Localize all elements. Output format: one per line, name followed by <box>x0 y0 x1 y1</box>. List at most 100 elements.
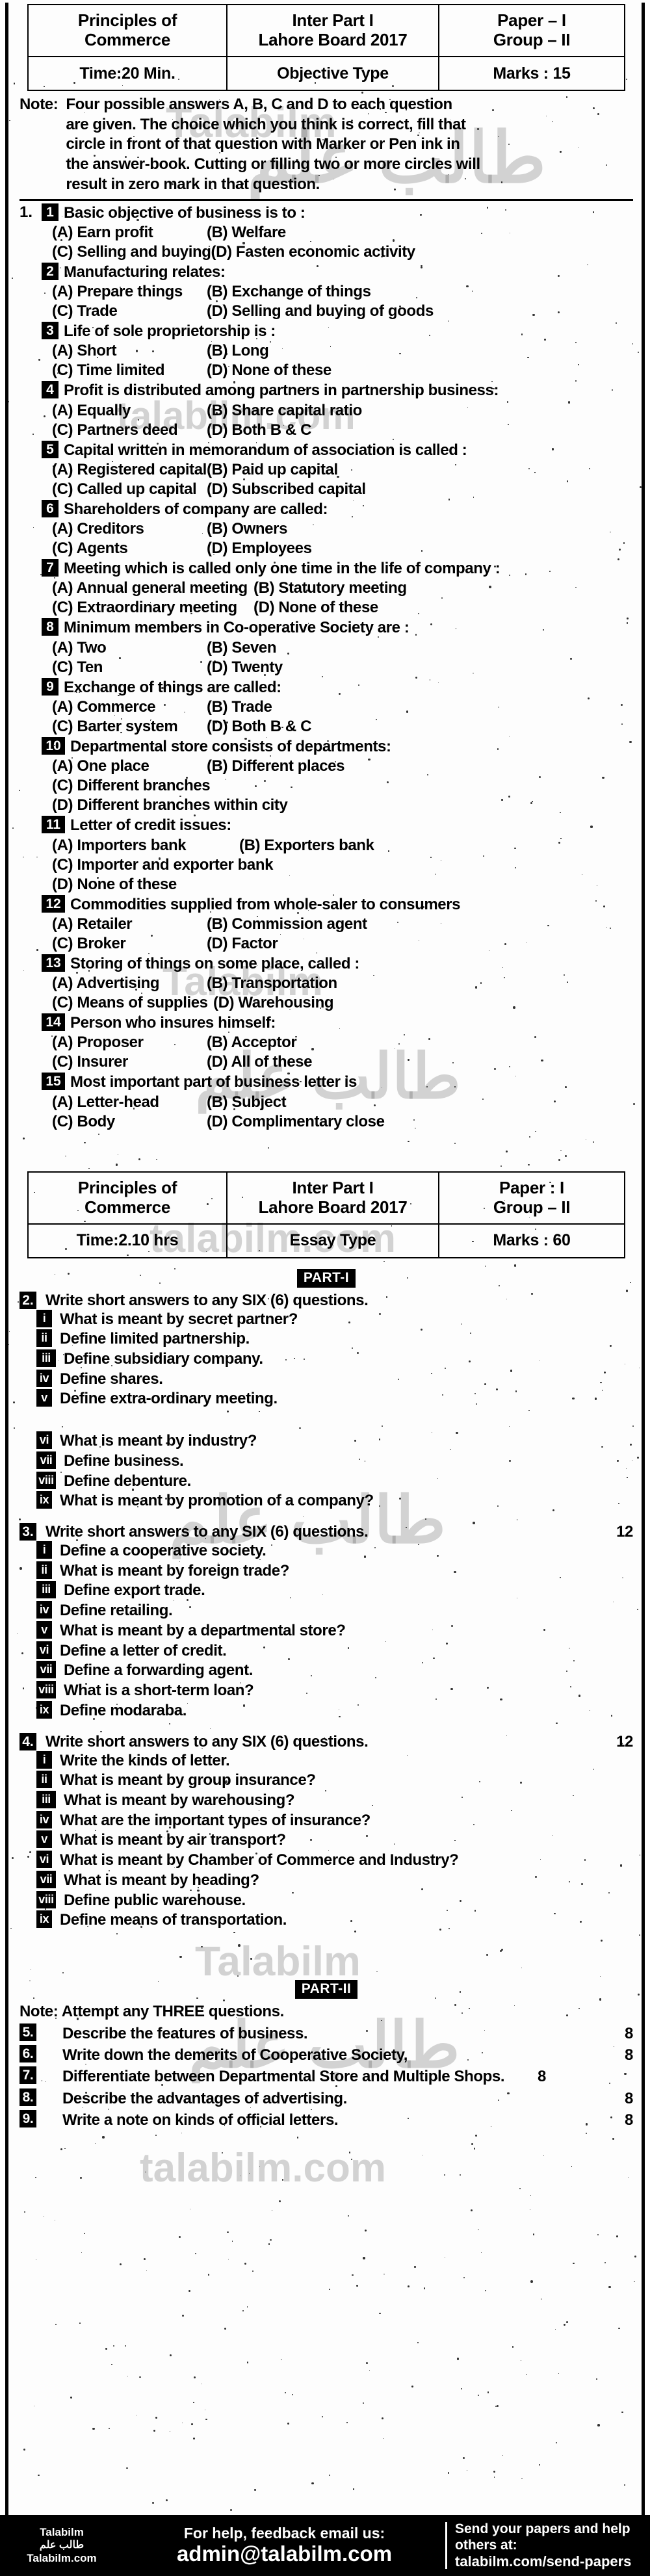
mcq-option-b[interactable]: (B) Statutory meeting <box>254 579 633 598</box>
sub-question-roman: ii <box>36 1561 52 1579</box>
mcq-option-a[interactable]: (A) One place <box>52 757 207 776</box>
mcq-options-row: (C) Body (D) Complimentary close <box>42 1112 633 1132</box>
mcq-option-d[interactable]: (D) Different branches within city <box>42 796 633 815</box>
mcq-option-b[interactable]: (B) Subject <box>207 1093 633 1112</box>
mcq-option-c[interactable]: (C) Broker <box>52 934 207 954</box>
mcq-option-a[interactable]: (A) Registered capital <box>52 460 207 480</box>
objective-note-body: Four possible answers A, B, C and D to e… <box>66 95 633 195</box>
mcq-stem: Capital written in memorandum of associa… <box>64 441 467 459</box>
mcq-option-c[interactable]: (C) Body <box>52 1112 207 1132</box>
mcq-option-c[interactable]: (C) Different branches <box>42 776 633 796</box>
mcq-option-a[interactable]: (A) Importers bank <box>52 836 239 855</box>
mcq-number-badge: 5 <box>42 440 58 458</box>
mcq-option-b[interactable]: (B) Paid up capital <box>207 460 633 480</box>
mcq-option-c[interactable]: (C) Barter system <box>52 717 207 736</box>
mcq-option-a[interactable]: (A) Commerce <box>52 697 207 717</box>
sub-question-text: What is meant by promotion of a company? <box>60 1492 374 1510</box>
mcq-options-row: (A) Annual general meeting (B) Statutory… <box>42 579 633 598</box>
subjective-marks-cell: Marks : 60 <box>438 1223 625 1258</box>
sub-question-item: viii Define debenture. <box>36 1471 633 1492</box>
essay-question-title: Write short answers to any SIX (6) quest… <box>46 1732 369 1750</box>
mcq-option-d[interactable]: (D) Warehousing <box>213 993 633 1013</box>
mcq-options-row: (C) Insurer (D) All of these <box>42 1052 633 1072</box>
mcq-option-c[interactable]: (C) Called up capital <box>52 480 207 499</box>
mcq-option-c[interactable]: (C) Insurer <box>52 1052 207 1072</box>
mcq-options-row: (C) Ten (D) Twenty <box>42 658 633 677</box>
part2-question-text: Write down the demerits of Cooperative S… <box>62 2046 408 2064</box>
sub-question-item: ii What is meant by foreign trade? <box>36 1561 633 1581</box>
subjective-paper-cell: Paper : I Group – II <box>438 1171 625 1225</box>
footer-help-email[interactable]: admin@talabilm.com <box>127 2542 441 2566</box>
footer-help-label: For help, feedback email us: <box>183 2525 385 2542</box>
footer-send-line1: Send your papers and help <box>455 2521 630 2536</box>
part2-badge: PART-II <box>294 1979 358 1999</box>
sub-question-roman: ix <box>36 1700 52 1719</box>
mcq-options-row: (A) Proposer (B) Acceptor <box>42 1033 633 1052</box>
mcq-option-a[interactable]: (A) Advertising <box>52 974 207 993</box>
mcq-option-d[interactable]: (D) Selling and buying of goods <box>207 302 633 321</box>
sub-question-roman: vii <box>36 1870 56 1888</box>
mcq-option-c[interactable]: (C) Agents <box>52 539 207 558</box>
mcq-option-c[interactable]: (C) Extraordinary meeting <box>52 598 254 618</box>
mcq-option-c[interactable]: (C) Selling and buying <box>52 242 211 262</box>
mcq-option-c[interactable]: (C) Means of supplies <box>52 993 213 1013</box>
footer-send-url[interactable]: talabilm.com/send-papers <box>455 2553 650 2570</box>
mcq-number-badge: 9 <box>42 677 58 696</box>
mcq-option-a[interactable]: (A) Letter-head <box>52 1093 207 1112</box>
mcq-option-d[interactable]: (D) Both B & C <box>207 421 633 440</box>
sub-question-roman: v <box>36 1389 52 1407</box>
mcq-option-a[interactable]: (A) Two <box>52 638 207 658</box>
mcq-option-b[interactable]: (B) Share capital ratio <box>207 401 633 421</box>
mcq-stem: Letter of credit issues: <box>70 816 231 835</box>
sub-question-roman: i <box>36 1750 52 1769</box>
mcq-option-b[interactable]: (B) Exporters bank <box>239 836 633 855</box>
mcq-option-c[interactable]: (C) Importer and exporter bank <box>42 855 633 875</box>
mcq-option-d[interactable]: (D) Twenty <box>207 658 633 677</box>
mcq-option-d[interactable]: (D) Employees <box>207 539 633 558</box>
mcq-number-badge: 12 <box>42 894 65 913</box>
mcq-option-d[interactable]: (D) Complimentary close <box>207 1112 633 1132</box>
mcq-option-d[interactable]: (D) Subscribed capital <box>207 480 633 499</box>
mcq-option-a[interactable]: (A) Creditors <box>52 519 207 539</box>
mcq-option-a[interactable]: (A) Short <box>52 341 207 361</box>
part2-question-marks: 8 <box>625 2024 633 2042</box>
sub-question-roman: vii <box>36 1661 56 1679</box>
mcq-option-a[interactable]: (A) Retailer <box>52 915 207 934</box>
mcq-number-badge: 15 <box>42 1073 65 1091</box>
mcq-option-b[interactable]: (B) Long <box>207 341 633 361</box>
mcq-option-b[interactable]: (B) Different places <box>207 757 633 776</box>
mcq-option-b[interactable]: (B) Seven <box>207 638 633 658</box>
mcq-option-c[interactable]: (C) Ten <box>52 658 207 677</box>
mcq-options-row: (C) Time limited (D) None of these <box>42 361 633 380</box>
sub-question-roman: iii <box>36 1581 56 1599</box>
mcq-option-a[interactable]: (A) Prepare things <box>52 282 207 302</box>
mcq-option-b[interactable]: (B) Trade <box>207 697 633 717</box>
mcq-option-d[interactable]: (D) None of these <box>42 875 633 894</box>
mcq-option-d[interactable]: (D) All of these <box>207 1052 633 1072</box>
mcq-option-c[interactable]: (C) Partners deed <box>52 421 207 440</box>
mcq-stem: Meeting which is called only one time in… <box>64 560 500 578</box>
mcq-option-d[interactable]: (D) Both B & C <box>207 717 633 736</box>
mcq-option-a[interactable]: (A) Equally <box>52 401 207 421</box>
mcq-option-c[interactable]: (C) Trade <box>52 302 207 321</box>
mcq-option-d[interactable]: (D) Fasten economic activity <box>211 242 633 262</box>
sub-question-item: iii Define subsidiary company. <box>36 1349 633 1370</box>
mcq-option-b[interactable]: (B) Exchange of things <box>207 282 633 302</box>
mcq-option-b[interactable]: (B) Acceptor <box>207 1033 633 1052</box>
mcq-option-a[interactable]: (A) Annual general meeting <box>52 579 254 598</box>
mcq-item: 12 Commodities supplied from whole-saler… <box>20 894 633 954</box>
mcq-option-a[interactable]: (A) Earn profit <box>52 223 207 242</box>
mcq-option-a[interactable]: (A) Proposer <box>52 1033 207 1052</box>
mcq-option-b[interactable]: (B) Owners <box>207 519 633 539</box>
section-divider <box>20 198 633 201</box>
mcq-option-b[interactable]: (B) Welfare <box>207 223 633 242</box>
mcq-stem: Departmental store consists of departmen… <box>70 737 391 755</box>
mcq-option-d[interactable]: (D) Factor <box>207 934 633 954</box>
mcq-option-d[interactable]: (D) None of these <box>254 598 633 618</box>
mcq-option-b[interactable]: (B) Commission agent <box>207 915 633 934</box>
objective-exam-line1: Inter Part I <box>292 10 374 31</box>
mcq-option-c[interactable]: (C) Time limited <box>52 361 207 380</box>
mcq-option-b[interactable]: (B) Transportation <box>207 974 633 993</box>
mcq-option-d[interactable]: (D) None of these <box>207 361 633 380</box>
mcq-item: 4 Profit is distributed among partners i… <box>20 381 633 439</box>
